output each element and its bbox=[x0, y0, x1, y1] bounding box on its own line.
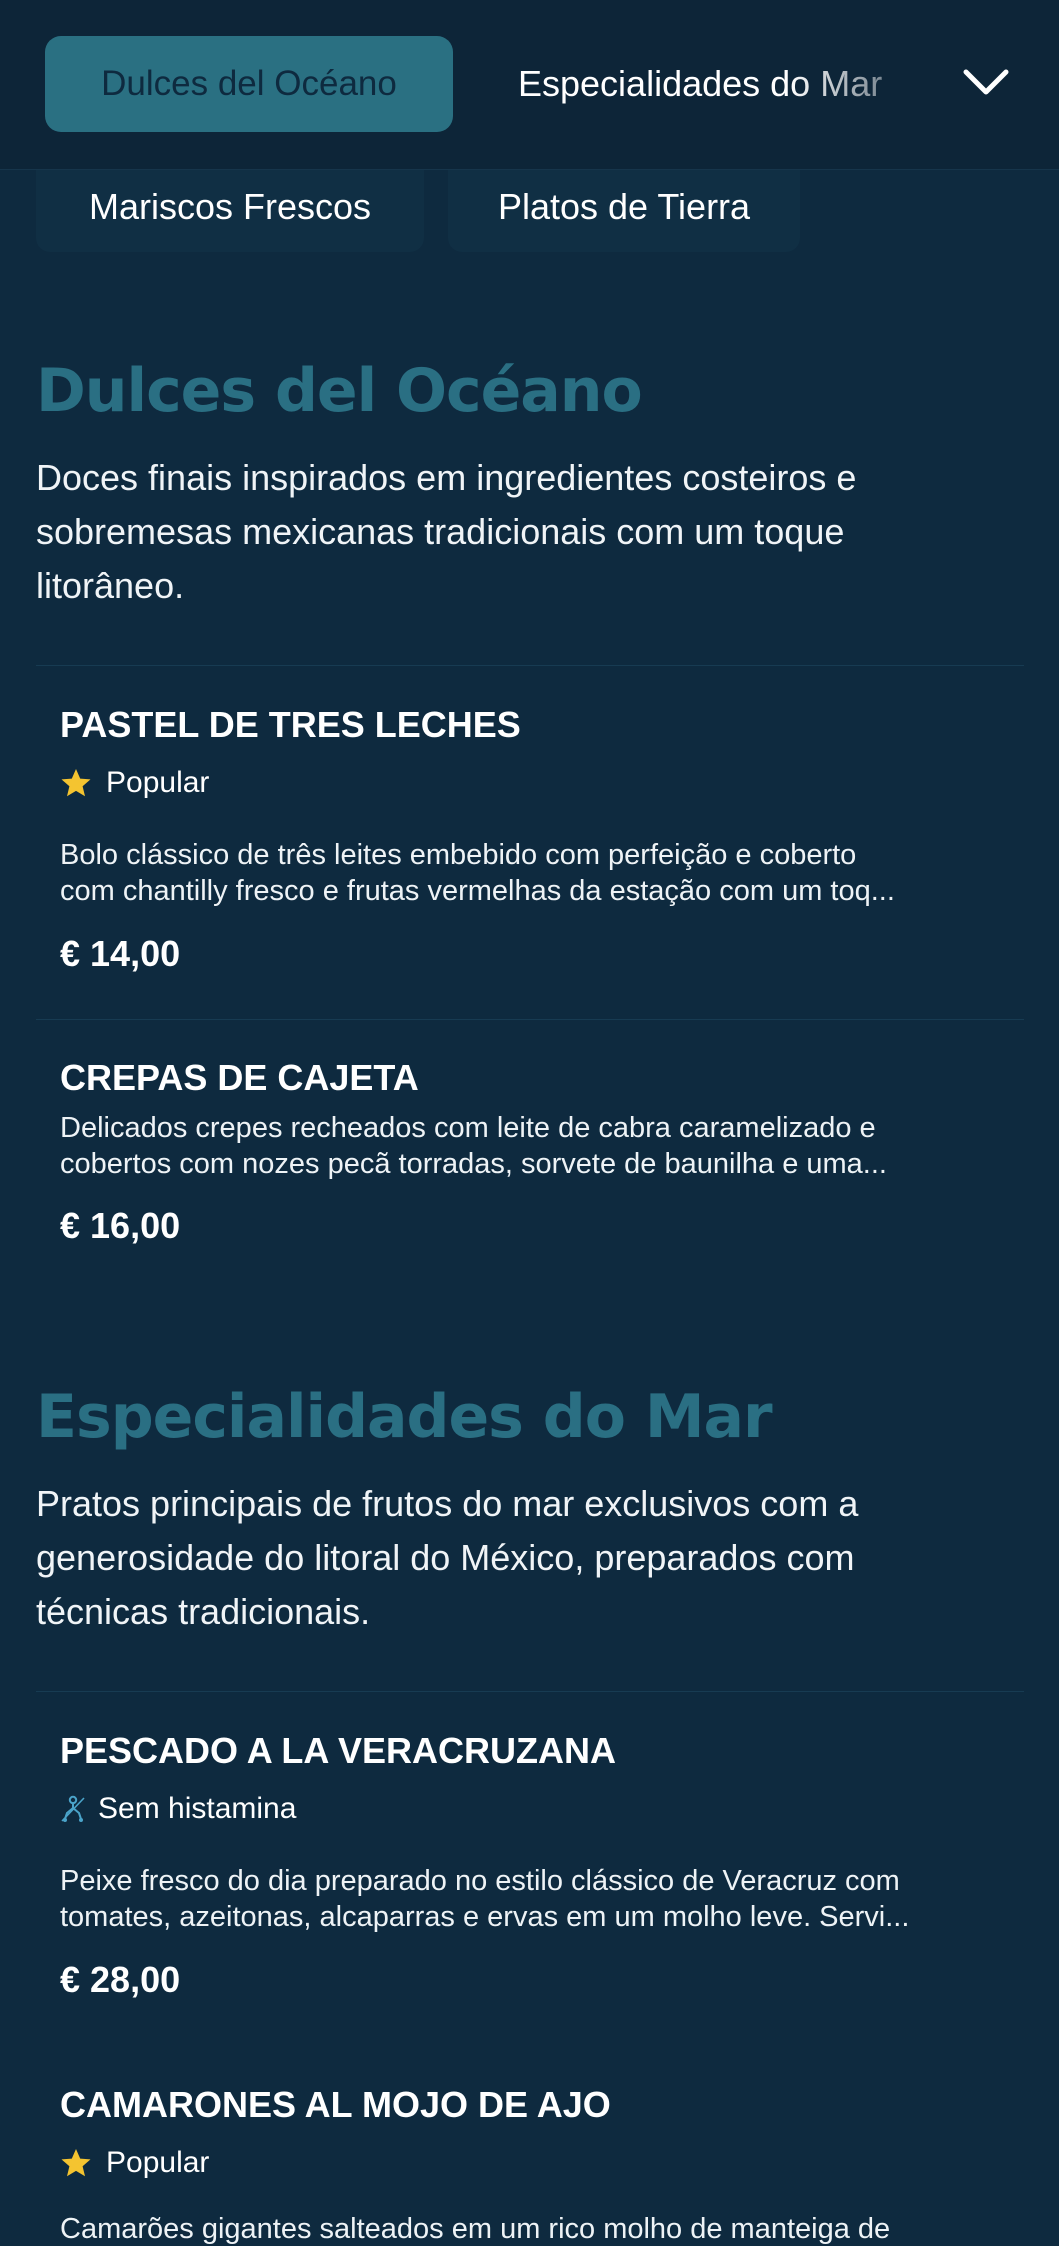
section-description-line: sobremesas mexicanas tradicionais com um… bbox=[36, 511, 845, 552]
star-icon bbox=[61, 2149, 91, 2177]
tab-mariscos-frescos[interactable]: Mariscos Frescos bbox=[36, 162, 424, 252]
section-title: Dulces del Océano bbox=[36, 356, 643, 426]
menu-item-price: € 16,00 bbox=[60, 1205, 181, 1246]
section-description-line: Doces finais inspirados em ingredientes … bbox=[36, 457, 857, 498]
tab-platos-de-tierra[interactable]: Platos de Tierra bbox=[448, 162, 800, 252]
histamine-free-badge: Sem histamina bbox=[60, 1792, 296, 1826]
menu-item-name: CREPAS DE CAJETA bbox=[60, 1057, 419, 1098]
tab-label: Especialidades do Mar bbox=[518, 63, 883, 104]
description-line: tomates, azeitonas, alcaparras e ervas e… bbox=[60, 1901, 910, 1933]
description-line: com chantilly fresco e frutas vermelhas … bbox=[60, 875, 895, 907]
tab-dulces-del-oceano[interactable]: Dulces del Océano bbox=[45, 36, 453, 132]
section-description-line: generosidade do litoral do México, prepa… bbox=[36, 1537, 855, 1578]
histamine-free-icon bbox=[61, 1795, 85, 1822]
tab-label: Dulces del Océano bbox=[101, 64, 397, 103]
description-line: cobertos com nozes pecã torradas, sorvet… bbox=[60, 1148, 887, 1180]
menu-item-name: PASTEL DE TRES LECHES bbox=[60, 704, 521, 745]
divider bbox=[36, 1691, 1024, 1692]
category-nav-bar: Dulces del Océano Especialidades do Mar bbox=[0, 0, 1059, 170]
chevron-down-icon[interactable] bbox=[958, 58, 1014, 108]
description-line: Peixe fresco do dia preparado no estilo … bbox=[60, 1865, 900, 1897]
divider bbox=[36, 1019, 1024, 1020]
section-title: Especialidades do Mar bbox=[36, 1382, 773, 1452]
menu-item-name: CAMARONES AL MOJO DE AJO bbox=[60, 2084, 611, 2125]
description-line: Delicados crepes recheados com leite de … bbox=[60, 1112, 876, 1144]
badge-label: Sem histamina bbox=[98, 1792, 297, 1825]
badge-label: Popular bbox=[106, 766, 210, 799]
menu-item-description: Peixe fresco do dia preparado no estilo … bbox=[60, 1863, 1010, 1935]
menu-item-description: Bolo clássico de três leites embebido co… bbox=[60, 837, 1010, 909]
menu-item-price: € 14,00 bbox=[60, 933, 181, 974]
description-line: Bolo clássico de três leites embebido co… bbox=[60, 839, 857, 871]
tab-especialidades-do-mar[interactable]: Especialidades do Mar bbox=[518, 36, 918, 132]
menu-item-name: PESCADO A LA VERACRUZANA bbox=[60, 1730, 617, 1771]
divider bbox=[36, 665, 1024, 666]
popular-badge: Popular bbox=[60, 766, 209, 800]
badge-label: Popular bbox=[106, 2146, 210, 2179]
menu-item-price: € 28,00 bbox=[60, 1959, 181, 2000]
section-description: Doces finais inspirados em ingredientes … bbox=[36, 451, 996, 613]
tab-label: Mariscos Frescos bbox=[88, 186, 372, 227]
tab-label: Platos de Tierra bbox=[497, 186, 751, 227]
popular-badge: Popular bbox=[60, 2146, 209, 2180]
section-description-line: litorâneo. bbox=[36, 565, 185, 606]
section-description-line: Pratos principais de frutos do mar exclu… bbox=[36, 1483, 859, 1524]
section-description: Pratos principais de frutos do mar exclu… bbox=[36, 1477, 996, 1639]
section-description-line: técnicas tradicionais. bbox=[36, 1591, 371, 1632]
menu-item-description: Delicados crepes recheados com leite de … bbox=[60, 1110, 1010, 1182]
star-icon bbox=[61, 769, 91, 797]
menu-item-description: Camarões gigantes salteados em um rico m… bbox=[60, 2213, 891, 2245]
